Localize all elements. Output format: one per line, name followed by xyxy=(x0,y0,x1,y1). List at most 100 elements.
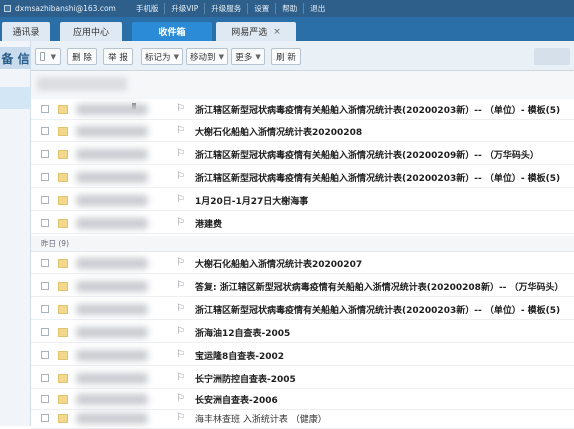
tab-label: 收件箱 xyxy=(158,28,186,38)
flag-icon[interactable]: ⚐ xyxy=(176,303,185,314)
list-item[interactable]: ⚐ 长宁洲防控自查表-2005 xyxy=(31,368,574,389)
upgrade-service-link[interactable]: 升级服务 xyxy=(204,3,247,14)
more-label: 更多 xyxy=(235,52,253,63)
unread-envelope-icon xyxy=(58,395,68,404)
tab-yanxuan[interactable]: 网易严选 × xyxy=(216,22,296,41)
blurred-sender xyxy=(76,327,148,338)
row-checkbox[interactable] xyxy=(41,150,49,158)
flag-icon[interactable]: ⚐ xyxy=(176,257,185,268)
settings-link[interactable]: 设置 xyxy=(247,3,275,14)
blurred-sender xyxy=(76,413,148,424)
tab-label: 网易严选 xyxy=(231,28,268,38)
row-checkbox[interactable] xyxy=(41,374,49,382)
unread-envelope-icon xyxy=(58,173,68,182)
unread-envelope-icon xyxy=(58,374,68,383)
list-item[interactable]: ⚐ 浙江辖区新型冠状病毒疫情有关船舶入浙情况统计表(20200209新）-- （… xyxy=(31,144,574,165)
blurred-sender xyxy=(76,104,148,115)
row-checkbox[interactable] xyxy=(41,305,49,313)
mail-subject[interactable]: 宝运隆8自查表-2002 xyxy=(195,349,284,362)
row-checkbox[interactable] xyxy=(41,351,49,359)
move-to-dropdown[interactable]: 移动到 ▼ xyxy=(186,48,228,65)
group-label: 昨日 (9) xyxy=(41,239,70,248)
mail-subject[interactable]: 大榭石化船舶入浙情况统计表20200208 xyxy=(195,125,362,138)
group-header-yesterday[interactable]: 昨日 (9) xyxy=(31,236,574,252)
flag-icon[interactable]: ⚐ xyxy=(176,349,185,360)
flag-icon[interactable]: ⚐ xyxy=(176,217,185,228)
row-checkbox[interactable] xyxy=(41,282,49,290)
flag-icon[interactable]: ⚐ xyxy=(176,103,185,114)
list-item[interactable]: ⚐ 港建费 xyxy=(31,213,574,234)
flag-icon[interactable]: ⚐ xyxy=(176,326,185,337)
list-item[interactable]: ⚐ 长安洲自查表-2006 xyxy=(31,389,574,410)
row-checkbox[interactable] xyxy=(41,414,49,422)
mail-subject[interactable]: 浙江辖区新型冠状病毒疫情有关船舶入浙情况统计表(20200203新）-- （单位… xyxy=(195,171,560,184)
chevron-down-icon: ▼ xyxy=(255,52,261,61)
row-checkbox[interactable] xyxy=(41,105,49,113)
report-button[interactable]: 举 报 xyxy=(103,48,133,65)
blurred-sender xyxy=(76,394,148,405)
flag-icon[interactable]: ⚐ xyxy=(176,148,185,159)
list-item[interactable]: ⚐ 大榭石化船舶入浙情况统计表20200208 xyxy=(31,121,574,142)
select-all-checkbox[interactable] xyxy=(40,52,45,61)
flag-icon[interactable]: ⚐ xyxy=(176,393,185,404)
blurred-sender xyxy=(76,126,148,137)
tab-app-center[interactable]: 应用中心 xyxy=(60,22,122,41)
mail-subject[interactable]: 海丰林查班 入浙统计表 （健康） xyxy=(195,412,327,425)
mark-as-dropdown[interactable]: 标记为 ▼ xyxy=(141,48,183,65)
mail-subject[interactable]: 长宁洲防控自查表-2005 xyxy=(195,372,296,385)
list-item[interactable]: ⚐ 浙江辖区新型冠状病毒疫情有关船舶入浙情况统计表(20200203新）-- （… xyxy=(31,167,574,188)
row-checkbox[interactable] xyxy=(41,259,49,267)
mail-subject[interactable]: 1月20日-1月27日大榭海事 xyxy=(195,194,308,207)
mail-subject[interactable]: 答复: 浙江辖区新型冠状病毒疫情有关船舶入浙情况统计表(20200208新）--… xyxy=(195,280,564,293)
flag-icon[interactable]: ⚐ xyxy=(176,280,185,291)
chevron-down-icon: ▼ xyxy=(218,52,224,61)
write-letter-button[interactable]: 备 信 xyxy=(0,47,31,69)
tab-contacts[interactable]: 通讯录 xyxy=(2,22,50,41)
refresh-button[interactable]: 刷 新 xyxy=(271,48,301,65)
list-item[interactable]: ⚐ 答复: 浙江辖区新型冠状病毒疫情有关船舶入浙情况统计表(20200208新）… xyxy=(31,276,574,297)
row-checkbox[interactable] xyxy=(41,219,49,227)
flag-icon[interactable]: ⚐ xyxy=(176,372,185,383)
mail-subject[interactable]: 浙江辖区新型冠状病毒疫情有关船舶入浙情况统计表(20200209新）-- （万华… xyxy=(195,148,539,161)
mail-subject[interactable]: 大榭石化船舶入浙情况统计表20200207 xyxy=(195,257,362,270)
mobile-link[interactable]: 手机版 xyxy=(130,3,165,14)
row-checkbox[interactable] xyxy=(41,196,49,204)
delete-button[interactable]: 删 除 xyxy=(67,48,97,65)
mail-subject[interactable]: 浙江辖区新型冠状病毒疫情有关船舶入浙情况统计表(20200203新）-- （单位… xyxy=(195,103,560,116)
mail-subject[interactable]: 浙海油12自查表-2005 xyxy=(195,326,290,339)
mail-subject[interactable]: 长安洲自查表-2006 xyxy=(195,393,278,406)
help-link[interactable]: 帮助 xyxy=(275,3,303,14)
logout-link[interactable]: 退出 xyxy=(303,3,331,14)
select-all-dropdown[interactable]: ▼ xyxy=(35,48,61,65)
unread-envelope-icon xyxy=(58,328,68,337)
upgrade-vip-link[interactable]: 升级VIP xyxy=(164,3,204,14)
account-email[interactable]: dxmsazhibanshi@163.com xyxy=(15,4,116,13)
flag-icon[interactable]: ⚐ xyxy=(176,194,185,205)
tab-label: 通讯录 xyxy=(12,28,40,38)
tab-inbox[interactable]: 收件箱 xyxy=(132,22,212,41)
close-icon[interactable]: × xyxy=(273,27,281,37)
blurred-sender xyxy=(76,373,148,384)
sidebar-inbox-highlight[interactable] xyxy=(0,87,31,109)
list-item[interactable]: ⚐ 宝运隆8自查表-2002 xyxy=(31,345,574,366)
list-item[interactable]: ⚐ 1月20日-1月27日大榭海事 xyxy=(31,190,574,211)
list-item[interactable]: ⚐ 浙江辖区新型冠状病毒疫情有关船舶入浙情况统计表(20200203新）-- （… xyxy=(31,99,574,120)
row-checkbox[interactable] xyxy=(41,395,49,403)
top-links: 手机版 升级VIP 升级服务 设置 帮助 退出 xyxy=(130,3,331,14)
row-checkbox[interactable] xyxy=(41,173,49,181)
flag-icon[interactable]: ⚐ xyxy=(176,412,185,423)
list-item[interactable]: ⚐ 浙海油12自查表-2005 xyxy=(31,322,574,343)
row-checkbox[interactable] xyxy=(41,328,49,336)
mail-subject[interactable]: 港建费 xyxy=(195,217,222,230)
chevron-down-icon: ▼ xyxy=(173,52,179,61)
row-checkbox[interactable] xyxy=(41,127,49,135)
blurred-sender xyxy=(76,281,148,292)
more-dropdown[interactable]: 更多 ▼ xyxy=(231,48,265,65)
list-item[interactable]: ⚐ 大榭石化船舶入浙情况统计表20200207 xyxy=(31,253,574,274)
flag-icon[interactable]: ⚐ xyxy=(176,171,185,182)
pager[interactable] xyxy=(534,48,570,65)
mail-subject[interactable]: 浙江辖区新型冠状病毒疫情有关船舶入浙情况统计表(20200203新）-- （单位… xyxy=(195,303,560,316)
flag-icon[interactable]: ⚐ xyxy=(176,125,185,136)
unread-envelope-icon xyxy=(58,127,68,136)
list-item[interactable]: ⚐ 浙江辖区新型冠状病毒疫情有关船舶入浙情况统计表(20200203新）-- （… xyxy=(31,299,574,320)
